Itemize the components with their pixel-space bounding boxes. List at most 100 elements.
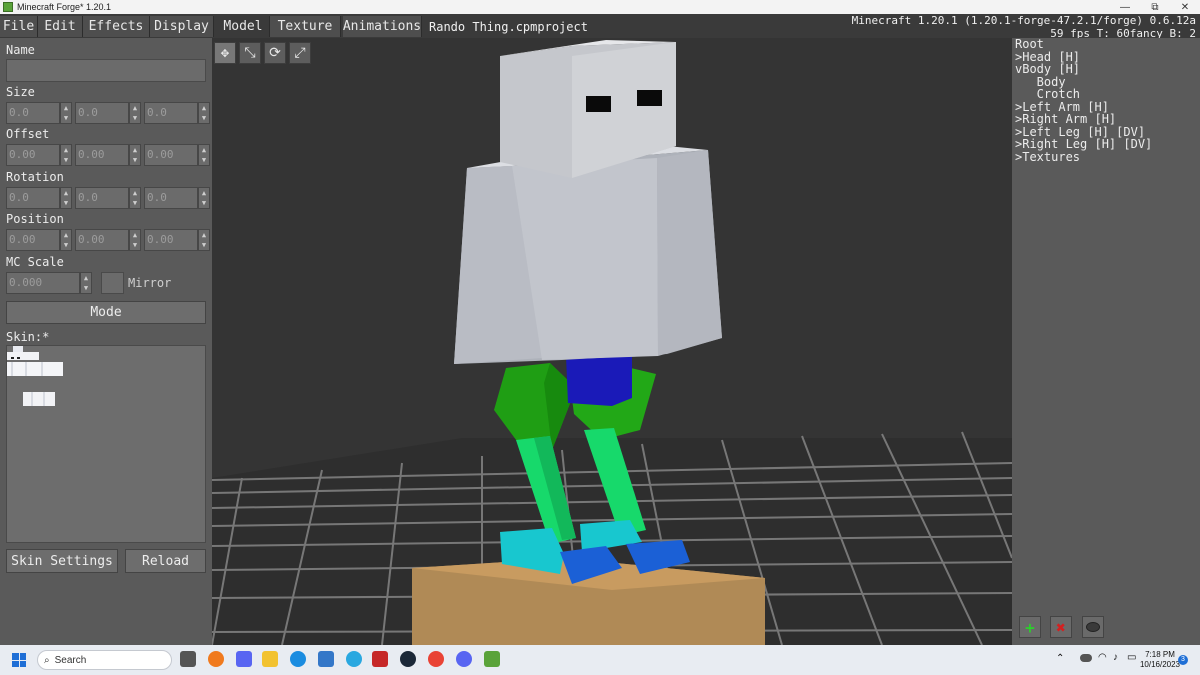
minecraft-app-icon xyxy=(3,2,13,12)
position-y-field[interactable]: 0.00 ▲ ▼ xyxy=(75,229,141,251)
skin-label: Skin:* xyxy=(6,330,50,344)
model-viewport[interactable]: ✥ ⤡ ⟳ ⤢ xyxy=(212,38,1012,645)
size-z-field[interactable]: 0.0 ▲ ▼ xyxy=(144,102,210,124)
model-tree-panel: Root >Head [H] vBody [H] Body Crotch >Le… xyxy=(1012,38,1200,645)
close-button[interactable]: ✕ xyxy=(1170,2,1200,13)
mc-scale-spinner[interactable]: ▲ ▼ xyxy=(80,272,92,294)
size-x-field[interactable]: 0.0 ▲ ▼ xyxy=(6,102,72,124)
add-element-button[interactable]: + xyxy=(1019,616,1041,638)
scale-tool[interactable]: ⤡ xyxy=(239,42,261,64)
position-z-value[interactable]: 0.00 xyxy=(144,229,198,251)
offset-z-field[interactable]: 0.00 ▲ ▼ xyxy=(144,144,210,166)
windows-taskbar: ⌕ Search ⌃ ◠ ♪ ▭ 7:18 PM 10/16/2023 3 xyxy=(0,645,1200,675)
tab-texture[interactable]: Texture xyxy=(270,16,341,37)
tab-animations[interactable]: Animations xyxy=(343,16,422,37)
size-x-value[interactable]: 0.0 xyxy=(6,102,60,124)
store-icon[interactable] xyxy=(318,651,334,667)
chrome-icon[interactable] xyxy=(428,651,444,667)
tree-item-root[interactable]: Root xyxy=(1015,38,1044,51)
size-z-spinner[interactable]: ▲ ▼ xyxy=(198,102,210,124)
position-y-value[interactable]: 0.00 xyxy=(75,229,129,251)
rotation-y-spinner[interactable]: ▲ ▼ xyxy=(129,187,141,209)
delete-element-button[interactable]: ✖ xyxy=(1050,616,1072,638)
position-x-value[interactable]: 0.00 xyxy=(6,229,60,251)
offset-y-spinner[interactable]: ▲ ▼ xyxy=(129,144,141,166)
name-input[interactable] xyxy=(6,59,206,82)
taskbar-search[interactable]: ⌕ Search xyxy=(37,650,172,670)
position-y-spinner[interactable]: ▲ ▼ xyxy=(129,229,141,251)
position-x-field[interactable]: 0.00 ▲ ▼ xyxy=(6,229,72,251)
size-y-spinner[interactable]: ▲ ▼ xyxy=(129,102,141,124)
rotation-x-value[interactable]: 0.0 xyxy=(6,187,60,209)
tab-model[interactable]: Model xyxy=(217,16,270,37)
rotation-x-spinner[interactable]: ▲ ▼ xyxy=(60,187,72,209)
mirror-checkbox[interactable] xyxy=(101,272,124,294)
menu-bar: File Edit Effects Display Model Texture … xyxy=(0,14,1200,40)
offset-y-field[interactable]: 0.00 ▲ ▼ xyxy=(75,144,141,166)
position-x-spinner[interactable]: ▲ ▼ xyxy=(60,229,72,251)
onedrive-icon[interactable] xyxy=(1080,654,1092,662)
rotation-z-field[interactable]: 0.0 ▲ ▼ xyxy=(144,187,210,209)
notification-badge[interactable]: 3 xyxy=(1178,655,1188,665)
size-y-value[interactable]: 0.0 xyxy=(75,102,129,124)
taskbar-clock[interactable]: 7:18 PM 10/16/2023 xyxy=(1140,650,1180,670)
minecraft-icon[interactable] xyxy=(484,651,500,667)
app-icon[interactable] xyxy=(346,651,362,667)
mc-scale-field[interactable]: 0.000 ▲ ▼ xyxy=(6,272,92,294)
offset-z-spinner[interactable]: ▲ ▼ xyxy=(198,144,210,166)
size-x-spinner[interactable]: ▲ ▼ xyxy=(60,102,72,124)
menu-file[interactable]: File xyxy=(0,16,38,37)
volume-icon[interactable]: ♪ xyxy=(1113,652,1118,663)
size-y-field[interactable]: 0.0 ▲ ▼ xyxy=(75,102,141,124)
discord-icon[interactable] xyxy=(456,651,472,667)
name-label: Name xyxy=(6,43,35,57)
search-icon: ⌕ xyxy=(44,654,50,666)
rotation-z-spinner[interactable]: ▲ ▼ xyxy=(198,187,210,209)
tree-item-right-leg[interactable]: >Right Leg [H] [DV] xyxy=(1015,138,1152,151)
minimize-button[interactable]: — xyxy=(1110,2,1140,13)
rotate-tool[interactable]: ⟳ xyxy=(264,42,286,64)
offset-x-spinner[interactable]: ▲ ▼ xyxy=(60,144,72,166)
wifi-icon[interactable]: ◠ xyxy=(1098,652,1107,663)
mc-scale-label: MC Scale xyxy=(6,255,64,269)
reload-button[interactable]: Reload xyxy=(125,549,206,573)
rotation-x-field[interactable]: 0.0 ▲ ▼ xyxy=(6,187,72,209)
skin-preview xyxy=(6,345,206,543)
hide-element-button[interactable] xyxy=(1082,616,1104,638)
skin-settings-button[interactable]: Skin Settings xyxy=(6,549,118,573)
position-z-field[interactable]: 0.00 ▲ ▼ xyxy=(144,229,210,251)
steam-icon[interactable] xyxy=(400,651,416,667)
tree-item-crotch[interactable]: Crotch xyxy=(1015,88,1080,101)
clock-time: 7:18 PM xyxy=(1145,650,1175,659)
file-explorer-icon[interactable] xyxy=(262,651,278,667)
rotation-z-value[interactable]: 0.0 xyxy=(144,187,198,209)
rotation-y-value[interactable]: 0.0 xyxy=(75,187,129,209)
move-tool[interactable]: ✥ xyxy=(214,42,236,64)
offset-y-value[interactable]: 0.00 xyxy=(75,144,129,166)
tree-item-body-group[interactable]: vBody [H] xyxy=(1015,63,1080,76)
menu-display[interactable]: Display xyxy=(150,16,214,37)
pivot-tool[interactable]: ⤢ xyxy=(289,42,311,64)
start-icon[interactable] xyxy=(12,653,26,667)
mcafee-icon[interactable] xyxy=(372,651,388,667)
battery-icon[interactable]: ▭ xyxy=(1127,652,1136,663)
chat-icon[interactable] xyxy=(236,651,252,667)
position-z-spinner[interactable]: ▲ ▼ xyxy=(198,229,210,251)
3d-scene[interactable] xyxy=(212,38,1012,645)
tray-chevron-icon[interactable]: ⌃ xyxy=(1056,653,1064,664)
menu-edit[interactable]: Edit xyxy=(38,16,83,37)
task-view-icon[interactable] xyxy=(180,651,196,667)
size-z-value[interactable]: 0.0 xyxy=(144,102,198,124)
rotation-y-field[interactable]: 0.0 ▲ ▼ xyxy=(75,187,141,209)
offset-x-value[interactable]: 0.00 xyxy=(6,144,60,166)
maximize-button[interactable]: ⧉ xyxy=(1140,2,1170,13)
firefox-icon[interactable] xyxy=(208,651,224,667)
mc-scale-value[interactable]: 0.000 xyxy=(6,272,80,294)
menu-effects[interactable]: Effects xyxy=(83,16,150,37)
tree-item-right-arm[interactable]: >Right Arm [H] xyxy=(1015,113,1116,126)
offset-z-value[interactable]: 0.00 xyxy=(144,144,198,166)
edge-icon[interactable] xyxy=(290,651,306,667)
tree-item-textures[interactable]: >Textures xyxy=(1015,150,1080,164)
mode-button[interactable]: Mode xyxy=(6,301,206,324)
offset-x-field[interactable]: 0.00 ▲ ▼ xyxy=(6,144,72,166)
